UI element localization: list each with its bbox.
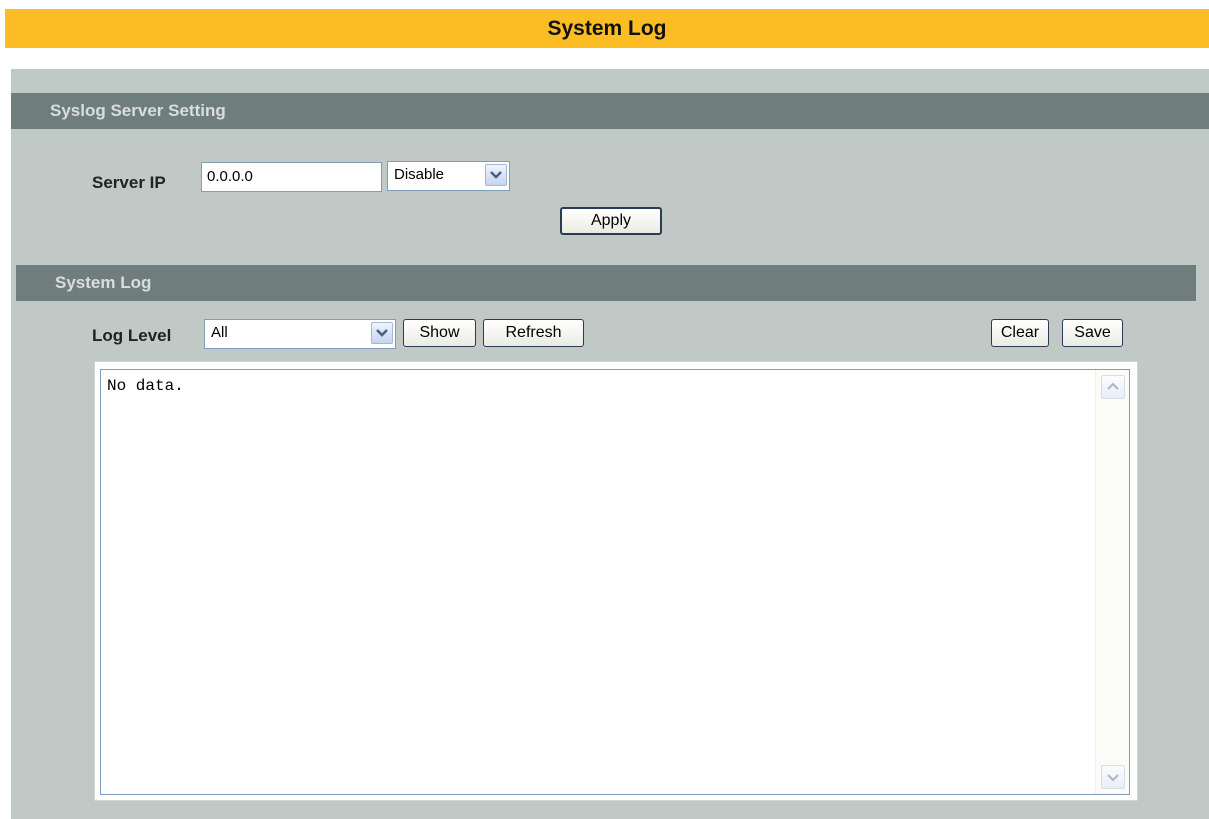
syslog-server-section-header: Syslog Server Setting [11, 93, 1209, 129]
log-level-label: Log Level [92, 326, 172, 345]
content-panel: Syslog Server Setting Server IP 0.0.0.0 … [11, 69, 1209, 819]
log-level-value: All [211, 324, 228, 341]
log-content: No data. [107, 377, 184, 395]
log-scrollbar[interactable] [1095, 370, 1129, 794]
scroll-down-arrow-icon[interactable] [1101, 765, 1125, 789]
system-log-section-header: System Log [16, 265, 1196, 301]
clear-button[interactable]: Clear [991, 319, 1049, 347]
log-container: No data. [94, 361, 1138, 801]
syslog-mode-select[interactable]: Disable [387, 161, 510, 191]
syslog-mode-value: Disable [394, 166, 445, 183]
scroll-up-arrow-icon[interactable] [1101, 375, 1125, 399]
refresh-button[interactable]: Refresh [483, 319, 584, 347]
save-button[interactable]: Save [1062, 319, 1123, 347]
page-title: System Log [5, 9, 1209, 48]
server-ip-label: Server IP [92, 173, 166, 192]
server-ip-input[interactable]: 0.0.0.0 [201, 162, 382, 192]
chevron-down-icon[interactable] [485, 164, 507, 186]
log-textarea[interactable]: No data. [100, 369, 1130, 795]
apply-button[interactable]: Apply [560, 207, 662, 235]
show-button[interactable]: Show [403, 319, 476, 347]
chevron-down-icon[interactable] [371, 322, 393, 344]
log-level-select[interactable]: All [204, 319, 396, 349]
